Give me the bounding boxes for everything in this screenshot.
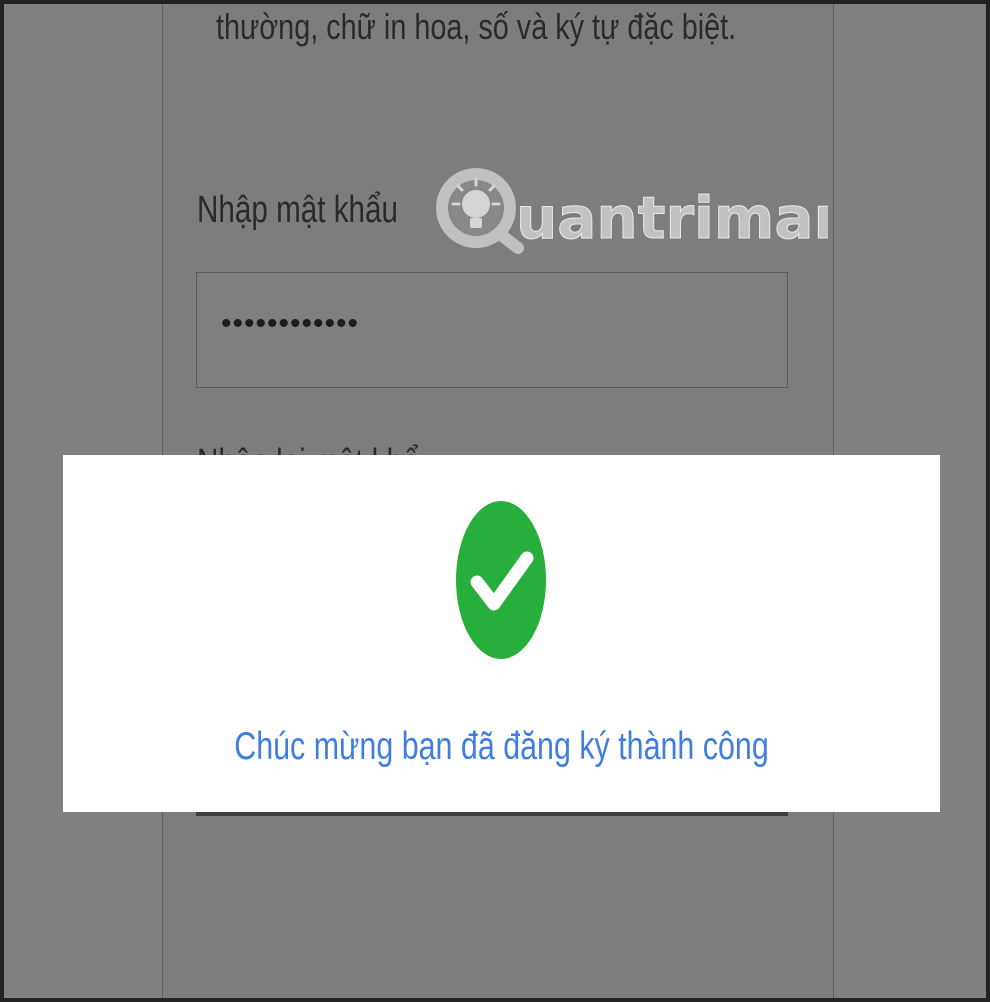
success-dialog: Chúc mừng bạn đã đăng ký thành công [63,455,940,812]
submit-button-edge [196,812,788,816]
quantrimang-watermark-logo: uantrimang [436,168,828,254]
check-circle-icon [456,501,546,659]
password-input[interactable]: •••••••••••• [196,272,788,388]
svg-text:uantrimang: uantrimang [516,184,828,252]
success-message: Chúc mừng bạn đã đăng ký thành công [234,725,769,768]
password-hint-text: thường, chữ in hoa, số và ký tự đặc biệt… [216,6,737,47]
screen-frame: thường, chữ in hoa, số và ký tự đặc biệt… [4,4,986,998]
password-masked-value: •••••••••••• [221,307,360,340]
password-label: Nhập mật khẩu [197,189,399,231]
